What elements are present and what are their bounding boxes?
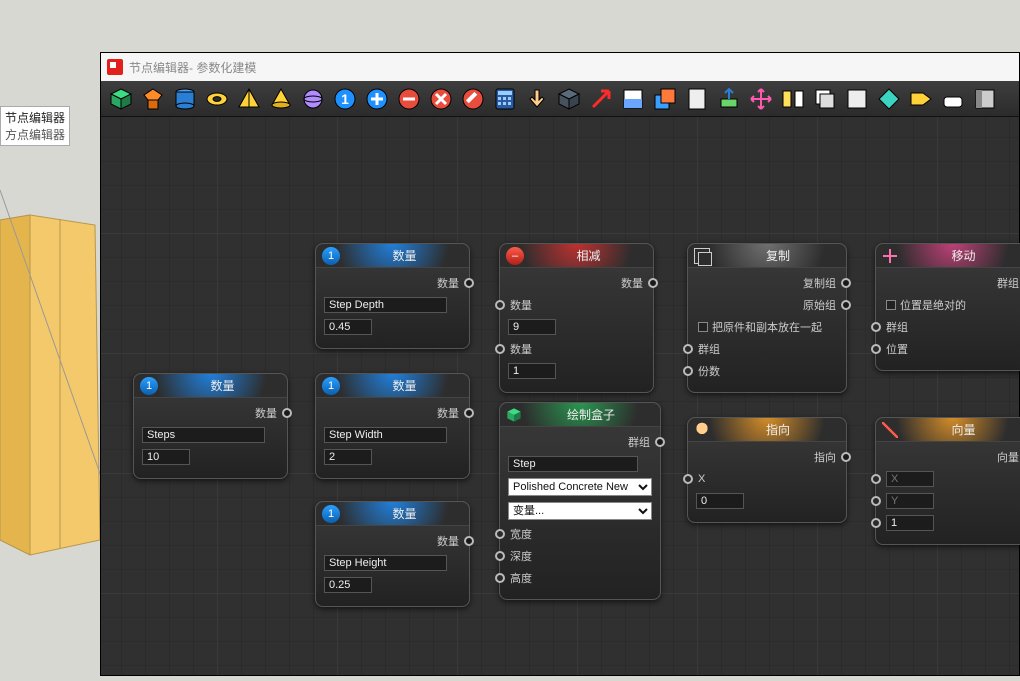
node-toolbar: 1 xyxy=(101,81,1019,117)
input-label[interactable] xyxy=(324,427,447,443)
node-number-steps[interactable]: 1数量 数量 xyxy=(133,373,288,479)
tool-pointer-hand[interactable] xyxy=(523,85,551,113)
tooltip-node-editor: 节点编辑器 方点编辑器 xyxy=(0,106,70,146)
input-value[interactable] xyxy=(324,577,372,593)
port-in[interactable] xyxy=(495,551,505,561)
tool-arrow-out[interactable] xyxy=(587,85,615,113)
port-out[interactable] xyxy=(841,278,851,288)
node-draw-box[interactable]: 绘制盒子 群组 Polished Concrete New 变量... 宽度 深… xyxy=(499,402,661,600)
tool-cone-yellow[interactable] xyxy=(267,85,295,113)
port-out[interactable] xyxy=(841,300,851,310)
input-val2[interactable] xyxy=(508,363,556,379)
tool-plus-circle[interactable] xyxy=(363,85,391,113)
number-icon: 1 xyxy=(140,377,158,395)
vector-icon xyxy=(882,422,898,438)
input-label[interactable] xyxy=(142,427,265,443)
input-vy[interactable] xyxy=(886,493,934,509)
window-titlebar[interactable]: 节点编辑器 - 参数化建模 xyxy=(101,53,1019,81)
tool-cylinder-blue[interactable] xyxy=(171,85,199,113)
port-in[interactable] xyxy=(871,496,881,506)
tool-torus-yellow[interactable] xyxy=(203,85,231,113)
tool-paint[interactable] xyxy=(619,85,647,113)
tool-stack[interactable] xyxy=(811,85,839,113)
move-icon xyxy=(882,248,898,264)
input-value[interactable] xyxy=(324,319,372,335)
port-out[interactable] xyxy=(841,452,851,462)
number-icon: 1 xyxy=(322,247,340,265)
tool-cube-green[interactable] xyxy=(107,85,135,113)
port-in[interactable] xyxy=(871,518,881,528)
tool-cancel-circle[interactable] xyxy=(427,85,455,113)
tool-extrude[interactable] xyxy=(715,85,743,113)
input-value[interactable] xyxy=(142,449,190,465)
tool-move-cross[interactable] xyxy=(747,85,775,113)
port-out[interactable] xyxy=(464,278,474,288)
select-material[interactable]: Polished Concrete New xyxy=(508,478,652,496)
port-in[interactable] xyxy=(683,366,693,376)
port-out[interactable] xyxy=(648,278,658,288)
port-in[interactable] xyxy=(495,300,505,310)
tool-prism-orange[interactable] xyxy=(139,85,167,113)
node-number-depth[interactable]: 1数量 数量 xyxy=(315,243,470,349)
node-point[interactable]: 指向 指向 X xyxy=(687,417,847,523)
input-box-name[interactable] xyxy=(508,456,638,472)
node-canvas[interactable]: 1数量 数量 1数量 数量 1数量 数量 xyxy=(101,117,1019,675)
node-number-height[interactable]: 1数量 数量 xyxy=(315,501,470,607)
port-in[interactable] xyxy=(495,573,505,583)
port-in[interactable] xyxy=(683,474,693,484)
tool-tag[interactable] xyxy=(907,85,935,113)
port-out[interactable] xyxy=(282,408,292,418)
input-val1[interactable] xyxy=(508,319,556,335)
port-in[interactable] xyxy=(495,529,505,539)
minus-icon: – xyxy=(506,247,524,265)
input-vz[interactable] xyxy=(886,515,934,531)
tool-swatch[interactable] xyxy=(779,85,807,113)
tool-pyramid-yellow[interactable] xyxy=(235,85,263,113)
input-vx[interactable] xyxy=(886,471,934,487)
node-subtract[interactable]: –相减 数量 数量 数量 xyxy=(499,243,654,393)
number-icon: 1 xyxy=(322,505,340,523)
tool-panel[interactable] xyxy=(971,85,999,113)
tool-calculator[interactable] xyxy=(491,85,519,113)
checkbox[interactable] xyxy=(698,322,708,332)
port-out[interactable] xyxy=(464,536,474,546)
hand-icon xyxy=(694,422,710,438)
svg-text:1: 1 xyxy=(341,91,349,107)
port-out[interactable] xyxy=(464,408,474,418)
port-in[interactable] xyxy=(871,474,881,484)
tool-eraser[interactable] xyxy=(939,85,967,113)
port-in[interactable] xyxy=(495,344,505,354)
tool-pencil[interactable] xyxy=(459,85,487,113)
input-label[interactable] xyxy=(324,297,447,313)
tool-sphere-purple[interactable] xyxy=(299,85,327,113)
port-in[interactable] xyxy=(683,344,693,354)
window-subtitle: - 参数化建模 xyxy=(189,59,256,76)
input-label[interactable] xyxy=(324,555,447,571)
node-copy[interactable]: 复制 复制组 原始组 把原件和副本放在一起 群组 份数 xyxy=(687,243,847,393)
node-move[interactable]: 移动 群组 位置是绝对的 群组 位置 xyxy=(875,243,1020,371)
tool-diamond[interactable] xyxy=(875,85,903,113)
window-title: 节点编辑器 xyxy=(129,59,189,76)
tool-box[interactable] xyxy=(843,85,871,113)
number-icon: 1 xyxy=(322,377,340,395)
copy-icon xyxy=(694,248,710,264)
sketchup-icon xyxy=(107,59,123,75)
tool-minus-circle[interactable] xyxy=(395,85,423,113)
node-number-width[interactable]: 1数量 数量 xyxy=(315,373,470,479)
port-out[interactable] xyxy=(655,437,665,447)
tool-layers[interactable] xyxy=(651,85,679,113)
cube-icon xyxy=(506,407,522,423)
tool-cube-wire[interactable] xyxy=(555,85,583,113)
tool-page[interactable] xyxy=(683,85,711,113)
input-value[interactable] xyxy=(324,449,372,465)
port-in[interactable] xyxy=(871,322,881,332)
select-layer[interactable]: 变量... xyxy=(508,502,652,520)
tool-number-one[interactable]: 1 xyxy=(331,85,359,113)
node-editor-window: 节点编辑器 - 参数化建模 1 xyxy=(100,52,1020,676)
port-in[interactable] xyxy=(871,344,881,354)
node-vector[interactable]: 向量 向量 xyxy=(875,417,1020,545)
checkbox[interactable] xyxy=(886,300,896,310)
input-x[interactable] xyxy=(696,493,744,509)
